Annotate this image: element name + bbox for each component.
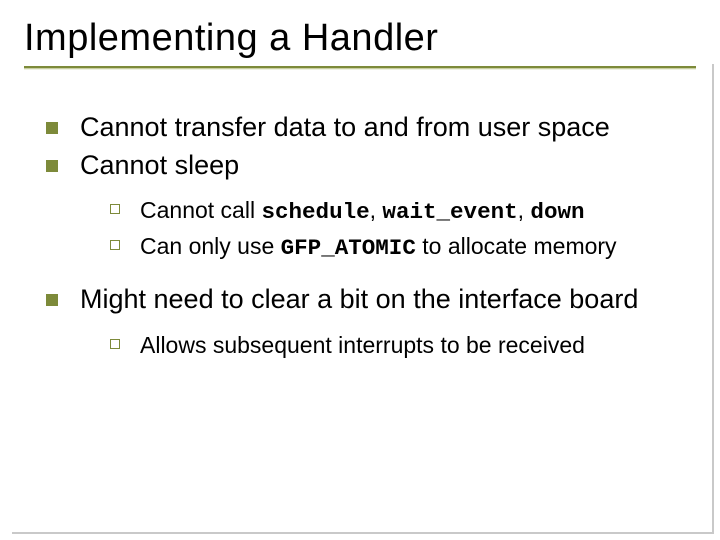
sub-list-item: Cannot call schedule, wait_event, down xyxy=(110,196,686,227)
list-item-text: Might need to clear a bit on the interfa… xyxy=(80,284,638,314)
title-underline xyxy=(24,66,696,69)
sub-list-item: Can only use GFP_ATOMIC to allocate memo… xyxy=(110,232,686,263)
list-item: Cannot sleep Cannot call schedule, wait_… xyxy=(46,149,686,263)
hollow-square-bullet-icon xyxy=(110,204,120,214)
code-token: GFP_ATOMIC xyxy=(281,235,416,261)
sub-list-item: Allows subsequent interrupts to be recei… xyxy=(110,331,686,361)
sub-item-text: Allows subsequent interrupts to be recei… xyxy=(140,332,585,358)
text-run: Can only use xyxy=(140,233,281,259)
code-token: schedule xyxy=(261,199,369,225)
sub-list: Allows subsequent interrupts to be recei… xyxy=(80,331,686,361)
list-item-text: Cannot transfer data to and from user sp… xyxy=(80,112,610,142)
list-item: Might need to clear a bit on the interfa… xyxy=(46,283,686,361)
square-bullet-icon xyxy=(46,294,58,306)
sub-item-text: Can only use GFP_ATOMIC to allocate memo… xyxy=(140,233,617,259)
bullet-list: Cannot transfer data to and from user sp… xyxy=(46,111,686,361)
sub-list: Cannot call schedule, wait_event, down C… xyxy=(80,196,686,263)
slide-body: Cannot transfer data to and from user sp… xyxy=(24,77,696,361)
list-item: Cannot transfer data to and from user sp… xyxy=(46,111,686,145)
title-area: Implementing a Handler xyxy=(24,18,696,77)
hollow-square-bullet-icon xyxy=(110,339,120,349)
list-item-text: Cannot sleep xyxy=(80,150,239,180)
code-token: wait_event xyxy=(382,199,517,225)
slide: Implementing a Handler Cannot transfer d… xyxy=(0,0,720,540)
sub-item-text: Cannot call schedule, wait_event, down xyxy=(140,197,585,223)
square-bullet-icon xyxy=(46,160,58,172)
text-run: , xyxy=(518,197,531,223)
square-bullet-icon xyxy=(46,122,58,134)
text-run: to allocate memory xyxy=(416,233,617,259)
text-run: , xyxy=(370,197,383,223)
code-token: down xyxy=(530,199,584,225)
text-run: Cannot call xyxy=(140,197,261,223)
hollow-square-bullet-icon xyxy=(110,240,120,250)
slide-title: Implementing a Handler xyxy=(24,18,696,60)
